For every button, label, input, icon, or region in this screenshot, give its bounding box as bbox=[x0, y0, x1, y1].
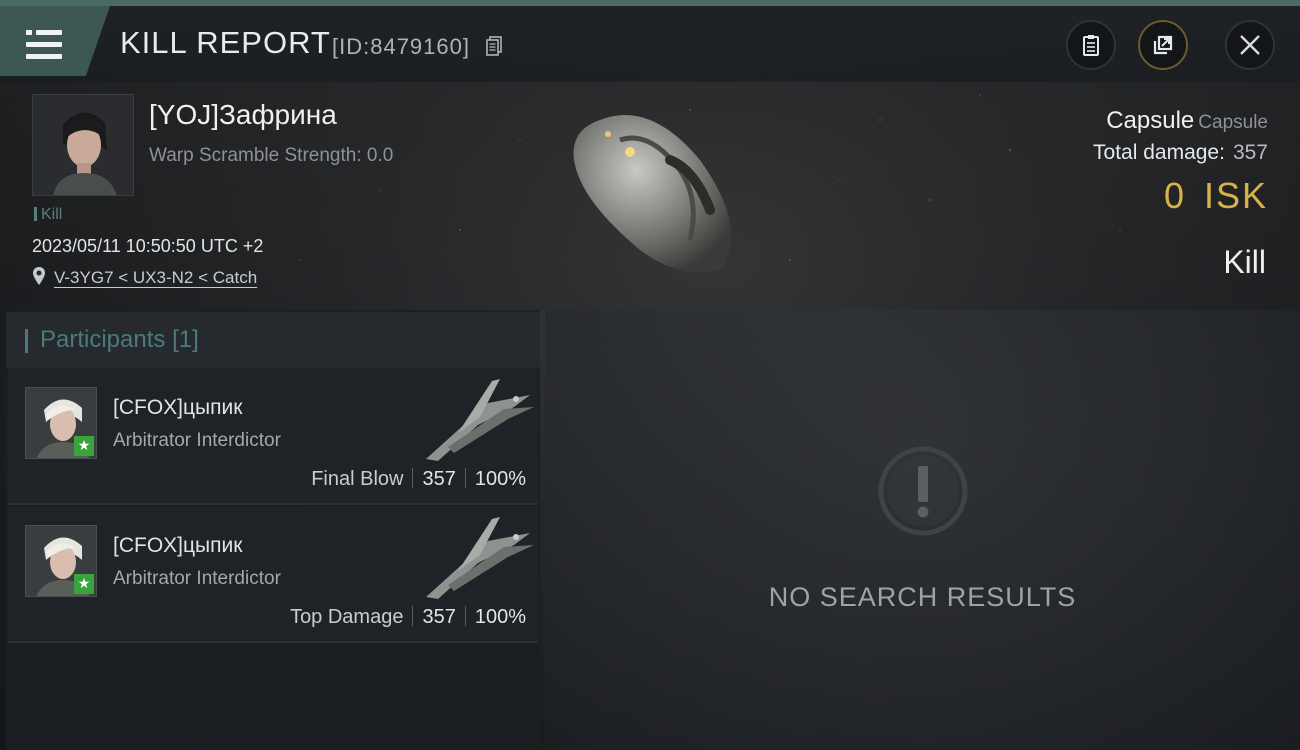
participant-ship: Arbitrator Interdictor bbox=[113, 568, 281, 589]
ship-class: Capsule bbox=[1198, 112, 1268, 133]
isk-amount: 0 bbox=[1163, 175, 1186, 216]
participant-stats: Final Blow 357 100% bbox=[311, 468, 526, 491]
clipboard-button[interactable] bbox=[1066, 20, 1116, 70]
close-icon bbox=[1240, 35, 1260, 55]
stat-divider bbox=[464, 606, 466, 626]
total-damage: Total damage: 357 bbox=[1093, 141, 1268, 165]
participant-damage: 357 bbox=[422, 468, 456, 490]
star-icon: ★ bbox=[74, 436, 94, 456]
participant-role: Final Blow bbox=[311, 468, 404, 490]
star-icon: ★ bbox=[74, 574, 94, 594]
kill-type: Kill bbox=[1223, 244, 1266, 280]
copy-icon[interactable] bbox=[486, 36, 502, 56]
victim-portrait-image bbox=[33, 95, 133, 195]
participant-stats: Top Damage 357 100% bbox=[290, 606, 526, 629]
page-title: KILL REPORT bbox=[120, 25, 331, 60]
alert-icon bbox=[878, 446, 968, 536]
kill-tag: Kill bbox=[34, 206, 62, 224]
clipboard-icon bbox=[1083, 35, 1099, 56]
report-id: [ID:8479160] bbox=[332, 34, 470, 59]
participant-row[interactable]: ★ [CFOX]цыпик Arbitrator Interdictor Fin… bbox=[8, 369, 538, 505]
location-pin-icon bbox=[33, 267, 45, 285]
participants-title-label: Participants bbox=[40, 326, 166, 353]
ship-name[interactable]: Capsule bbox=[1106, 107, 1194, 134]
menu-icon-dot bbox=[26, 30, 32, 35]
participant-damage: 357 bbox=[422, 606, 456, 628]
participants-count: [1] bbox=[172, 326, 199, 353]
participant-role: Top Damage bbox=[290, 606, 404, 628]
stat-divider bbox=[412, 468, 414, 488]
victim-name[interactable]: [YOJ]Зафрина bbox=[149, 99, 337, 131]
total-damage-value: 357 bbox=[1232, 141, 1268, 164]
kill-datetime: 2023/05/11 10:50:50 UTC +2 bbox=[32, 236, 264, 256]
share-icon bbox=[1153, 35, 1173, 55]
participant-percent: 100% bbox=[474, 606, 526, 628]
stat-divider bbox=[464, 468, 466, 488]
warp-scramble-strength: Warp Scramble Strength: 0.0 bbox=[149, 145, 394, 166]
participants-title: Participants [1] bbox=[25, 326, 199, 354]
isk-value: 0 ISK bbox=[1164, 175, 1268, 217]
victim-ship-image bbox=[573, 115, 732, 273]
stat-divider bbox=[412, 606, 414, 626]
no-results-message: NO SEARCH RESULTS bbox=[768, 582, 1077, 612]
participant-ship-image bbox=[426, 517, 534, 599]
location-link[interactable]: V-3YG7 < UX3-N2 < Catch bbox=[54, 268, 257, 288]
participant-row[interactable]: ★ [CFOX]цыпик Arbitrator Interdictor Top… bbox=[8, 507, 538, 643]
participant-name[interactable]: [CFOX]цыпик bbox=[113, 534, 242, 558]
victim-portrait[interactable] bbox=[32, 94, 134, 196]
participant-ship-image bbox=[426, 379, 534, 461]
participant-percent: 100% bbox=[474, 468, 526, 490]
participant-ship: Arbitrator Interdictor bbox=[113, 430, 281, 451]
participant-name[interactable]: [CFOX]цыпик bbox=[113, 396, 242, 420]
share-button[interactable] bbox=[1138, 20, 1188, 70]
ship-info: Capsule Capsule bbox=[1106, 107, 1268, 135]
total-damage-label: Total damage: bbox=[1093, 141, 1225, 164]
close-button[interactable] bbox=[1225, 20, 1275, 70]
isk-unit: ISK bbox=[1203, 175, 1268, 216]
